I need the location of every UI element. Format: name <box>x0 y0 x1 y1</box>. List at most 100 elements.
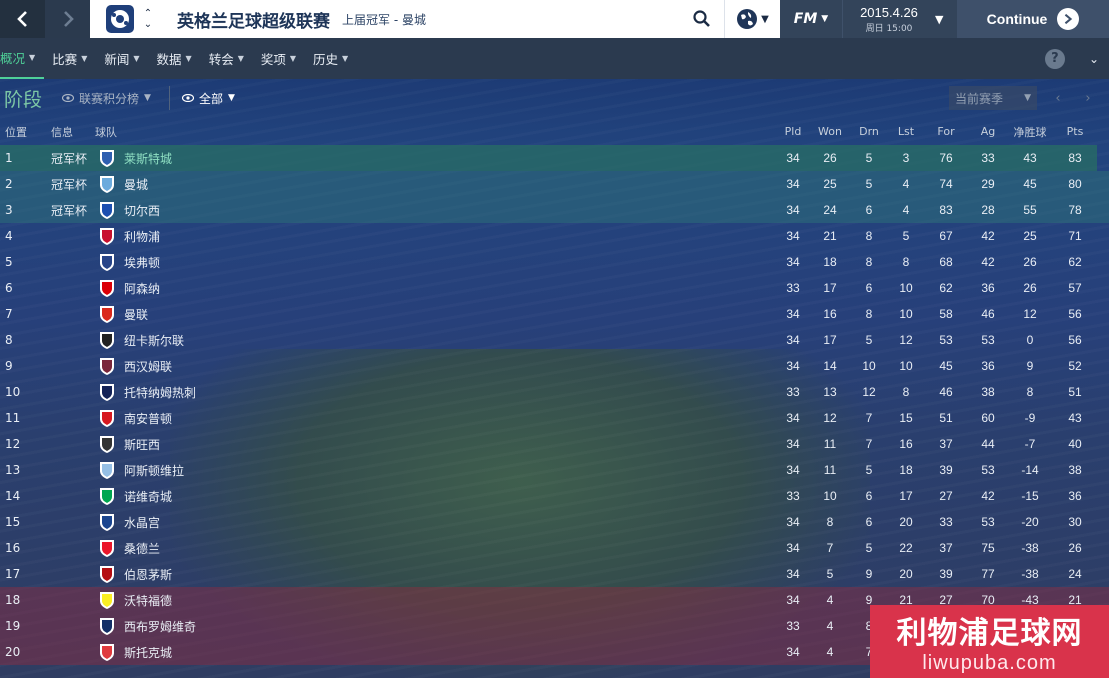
header-pos[interactable]: 位置 <box>5 124 27 140</box>
table-row[interactable]: 11 南安普顿 34 12 7 15 51 60 -9 43 <box>0 405 1109 431</box>
drawn-cell: 7 <box>865 411 873 425</box>
team-badge-icon[interactable] <box>97 148 117 168</box>
next-season-button[interactable]: › <box>1073 91 1103 106</box>
chevron-up-icon[interactable]: ⌃ <box>144 8 152 19</box>
header-played[interactable]: Pld <box>773 125 813 138</box>
menu-overview[interactable]: 概况 ▼ <box>0 38 45 79</box>
table-row[interactable]: 6 阿森纳 33 17 6 10 62 36 26 57 <box>0 275 1109 301</box>
won-cell: 4 <box>826 619 834 633</box>
team-badge-icon[interactable] <box>97 486 117 506</box>
team-name-link[interactable]: 切尔西 <box>124 202 160 219</box>
header-won[interactable]: Won <box>810 125 850 138</box>
menu-stats[interactable]: 数据 ▼ <box>149 38 201 79</box>
header-goal-difference[interactable]: 净胜球 <box>1010 124 1050 140</box>
team-name-link[interactable]: 曼联 <box>124 306 148 323</box>
won-cell: 24 <box>823 203 837 217</box>
team-badge-icon[interactable] <box>97 382 117 402</box>
team-badge-icon[interactable] <box>97 252 117 272</box>
header-goals-against[interactable]: Ag <box>968 125 1008 138</box>
team-name-link[interactable]: 斯旺西 <box>124 436 160 453</box>
table-row[interactable]: 8 纽卡斯尔联 34 17 5 12 53 53 0 56 <box>0 327 1109 353</box>
menu-news[interactable]: 新闻 ▼ <box>96 38 148 79</box>
view-filter-select[interactable]: 全部 ▼ <box>181 90 253 107</box>
table-row[interactable]: 2 冠军杯 曼城 34 25 5 4 74 29 45 80 <box>0 171 1109 197</box>
help-icon[interactable]: ? <box>1044 48 1065 69</box>
team-badge-icon[interactable] <box>97 512 117 532</box>
team-name-link[interactable]: 阿森纳 <box>124 280 160 297</box>
team-badge-icon[interactable] <box>97 538 117 558</box>
table-row[interactable]: 13 阿斯顿维拉 34 11 5 18 39 53 -14 38 <box>0 457 1109 483</box>
team-name-link[interactable]: 阿斯顿维拉 <box>124 462 184 479</box>
table-row[interactable]: 5 埃弗顿 34 18 8 8 68 42 26 62 <box>0 249 1109 275</box>
table-row[interactable]: 10 托特纳姆热刺 33 13 12 8 46 38 8 51 <box>0 379 1109 405</box>
back-button[interactable] <box>0 0 45 38</box>
team-badge-icon[interactable] <box>97 564 117 584</box>
team-name-link[interactable]: 曼城 <box>124 176 148 193</box>
team-name-link[interactable]: 莱斯特城 <box>124 150 172 167</box>
team-badge-icon[interactable] <box>97 590 117 610</box>
menu-history[interactable]: 历史 ▼ <box>305 38 357 79</box>
team-name-link[interactable]: 西汉姆联 <box>124 358 172 375</box>
date-selector[interactable]: 2015.4.26 周日 15:00 ▼ <box>842 0 957 38</box>
table-row[interactable]: 14 诺维奇城 33 10 6 17 27 42 -15 36 <box>0 483 1109 509</box>
team-name-link[interactable]: 水晶宫 <box>124 514 160 531</box>
table-row[interactable]: 4 利物浦 34 21 8 5 67 42 25 71 <box>0 223 1109 249</box>
header-goals-for[interactable]: For <box>926 125 966 138</box>
header-team[interactable]: 球队 <box>95 124 117 140</box>
team-name-link[interactable]: 诺维奇城 <box>124 488 172 505</box>
team-name-link[interactable]: 斯托克城 <box>124 644 172 661</box>
header-lost[interactable]: Lst <box>886 125 926 138</box>
table-type-select[interactable]: 联赛积分榜 ▼ <box>62 90 169 107</box>
world-menu-button[interactable]: ▼ <box>724 0 780 38</box>
table-row[interactable]: 3 冠军杯 切尔西 34 24 6 4 83 28 55 78 <box>0 197 1109 223</box>
team-name-link[interactable]: 西布罗姆维奇 <box>124 618 196 635</box>
menu-transfers[interactable]: 转会 ▼ <box>201 38 253 79</box>
team-badge-icon[interactable] <box>97 200 117 220</box>
team-name-link[interactable]: 南安普顿 <box>124 410 172 427</box>
table-row[interactable]: 16 桑德兰 34 7 5 22 37 75 -38 26 <box>0 535 1109 561</box>
forward-button[interactable] <box>45 0 90 38</box>
team-name-link[interactable]: 利物浦 <box>124 228 160 245</box>
team-badge-icon[interactable] <box>97 408 117 428</box>
chevron-down-icon[interactable]: ⌄ <box>1089 52 1099 66</box>
team-badge-icon[interactable] <box>97 330 117 350</box>
header-points[interactable]: Pts <box>1055 125 1095 138</box>
team-name-link[interactable]: 纽卡斯尔联 <box>124 332 184 349</box>
table-row[interactable]: 7 曼联 34 16 8 10 58 46 12 56 <box>0 301 1109 327</box>
team-badge-icon[interactable] <box>97 460 117 480</box>
league-logo-icon[interactable] <box>105 4 135 34</box>
menu-awards[interactable]: 奖项 ▼ <box>253 38 305 79</box>
team-badge-icon[interactable] <box>97 174 117 194</box>
team-badge-icon[interactable] <box>97 226 117 246</box>
table-row[interactable]: 15 水晶宫 34 8 6 20 33 53 -20 30 <box>0 509 1109 535</box>
header-info[interactable]: 信息 <box>51 124 73 140</box>
team-badge-icon[interactable] <box>97 356 117 376</box>
continue-button[interactable]: Continue <box>957 0 1109 38</box>
menu-matches[interactable]: 比赛 ▼ <box>44 38 96 79</box>
league-switch-arrows[interactable]: ⌃ ⌄ <box>141 8 155 30</box>
team-name-link[interactable]: 沃特福德 <box>124 592 172 609</box>
team-badge-icon[interactable] <box>97 616 117 636</box>
table-row[interactable]: 12 斯旺西 34 11 7 16 37 44 -7 40 <box>0 431 1109 457</box>
team-badge-icon[interactable] <box>97 304 117 324</box>
header-drawn[interactable]: Drn <box>849 125 889 138</box>
table-row[interactable]: 17 伯恩茅斯 34 5 9 20 39 77 -38 24 <box>0 561 1109 587</box>
team-name-link[interactable]: 埃弗顿 <box>124 254 160 271</box>
table-row[interactable]: 1 冠军杯 莱斯特城 34 26 5 3 76 33 43 83 <box>0 145 1097 171</box>
prev-season-button[interactable]: ‹ <box>1043 91 1073 106</box>
table-row[interactable]: 9 西汉姆联 34 14 10 10 45 36 9 52 <box>0 353 1109 379</box>
team-badge-icon[interactable] <box>97 642 117 662</box>
fm-menu-button[interactable]: FM ▼ <box>780 0 842 38</box>
search-button[interactable] <box>680 0 724 38</box>
team-name-link[interactable]: 桑德兰 <box>124 540 160 557</box>
chevron-down-icon: ▼ <box>1024 93 1031 103</box>
won-cell: 26 <box>823 151 837 165</box>
team-badge-icon[interactable] <box>97 278 117 298</box>
chevron-down-icon[interactable]: ⌄ <box>144 19 152 30</box>
team-name-link[interactable]: 伯恩茅斯 <box>124 566 172 583</box>
season-select[interactable]: 当前赛季 ▼ <box>949 86 1037 110</box>
goal-difference-cell: -38 <box>1021 567 1039 581</box>
points-cell: 62 <box>1068 255 1082 269</box>
team-name-link[interactable]: 托特纳姆热刺 <box>124 384 196 401</box>
team-badge-icon[interactable] <box>97 434 117 454</box>
